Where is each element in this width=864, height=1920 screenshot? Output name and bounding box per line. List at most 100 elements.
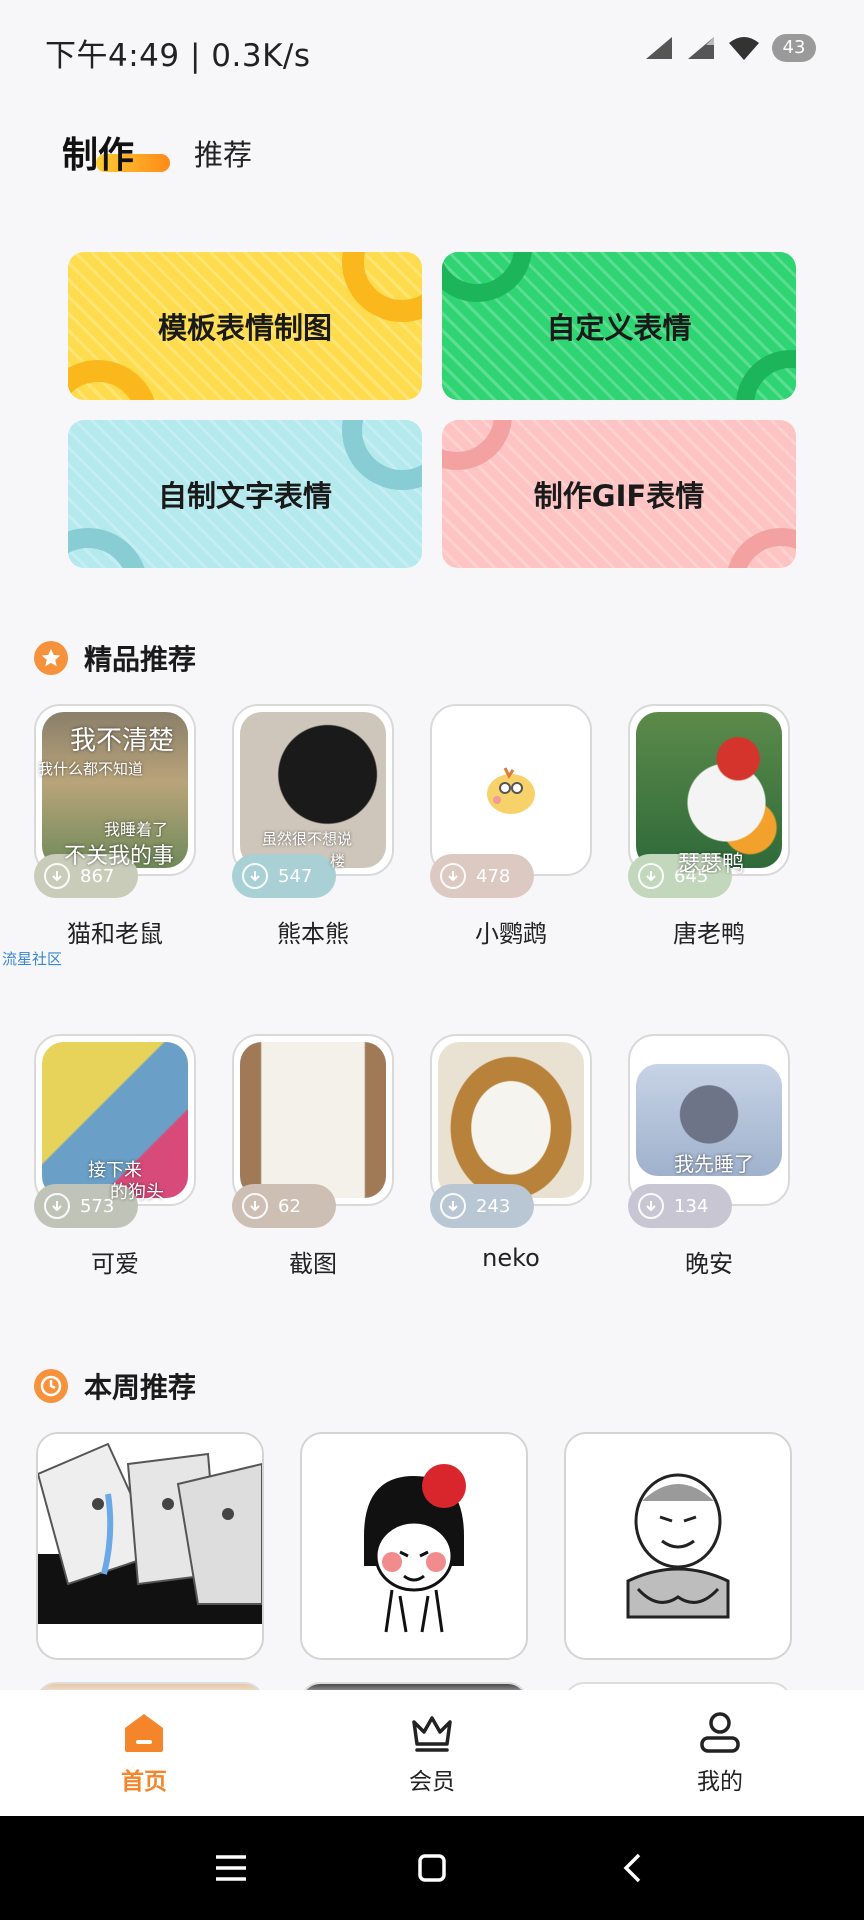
- pack-name: 小鹦鹉: [475, 920, 547, 948]
- custom-sticker-label: 自定义表情: [546, 311, 692, 345]
- text-sticker-label: 自制文字表情: [157, 479, 332, 513]
- weekly-title-text: 本周推荐: [84, 1371, 197, 1404]
- weekly-stickers-grid: [36, 1432, 792, 1660]
- thumb-caption: 瑟瑟鸭: [678, 852, 745, 876]
- decor-ring: [442, 252, 532, 302]
- pack-thumbnail: 虽然很不想说 楼: [232, 704, 394, 876]
- download-count: 547: [278, 865, 313, 887]
- gif-sticker-button[interactable]: 制作GIF表情: [442, 420, 796, 568]
- square-icon: [418, 1854, 446, 1882]
- download-count: 243: [476, 1195, 511, 1217]
- thumb-caption: 我不清楚: [70, 726, 175, 756]
- top-tabs: 制作 推荐: [62, 126, 252, 178]
- pack-tom-and-jerry[interactable]: 我不清楚 我什么都不知道 我睡着了 不关我的事 867 猫和老鼠: [34, 704, 196, 954]
- featured-title-text: 精品推荐: [84, 643, 197, 676]
- gif-sticker-label: 制作GIF表情: [533, 479, 705, 513]
- decor-ring: [736, 350, 796, 400]
- weekly-sticker[interactable]: [300, 1432, 528, 1660]
- featured-packs-row-2: 接下来 的狗头 573 可爱 62 截图 243 neko 我先睡了 134 晚…: [34, 1034, 830, 1284]
- download-icon: [242, 863, 268, 889]
- pack-neko[interactable]: 243 neko: [430, 1034, 592, 1284]
- signal-icon: [646, 37, 672, 59]
- nav-home-label: 首页: [121, 1769, 167, 1795]
- pack-name: 截图: [289, 1250, 337, 1278]
- back-system-button[interactable]: [603, 1838, 663, 1898]
- nav-home[interactable]: 首页: [0, 1690, 288, 1816]
- pack-kumamon[interactable]: 虽然很不想说 楼 547 熊本熊: [232, 704, 394, 954]
- parrot-sticker: [487, 767, 535, 814]
- nav-mine[interactable]: 我的: [576, 1690, 864, 1816]
- featured-section-title: 精品推荐: [34, 638, 196, 678]
- custom-sticker-button[interactable]: 自定义表情: [442, 252, 796, 400]
- download-icon: [44, 1193, 70, 1219]
- clock-icon: [34, 1369, 68, 1403]
- pack-cute[interactable]: 接下来 的狗头 573 可爱: [34, 1034, 196, 1284]
- download-icon: [638, 1193, 664, 1219]
- download-count-badge: 478: [430, 854, 534, 898]
- download-icon: [440, 863, 466, 889]
- pack-thumbnail: [430, 1034, 592, 1206]
- community-link[interactable]: 流星社区: [2, 948, 62, 969]
- pack-good-night[interactable]: 我先睡了 134 晚安: [628, 1034, 790, 1284]
- pack-donald-duck[interactable]: 瑟瑟鸭 645 唐老鸭: [628, 704, 790, 954]
- pack-thumbnail: 我不清楚 我什么都不知道 我睡着了 不关我的事: [34, 704, 196, 876]
- user-icon: [700, 1712, 740, 1753]
- thumb-caption: 我先睡了: [674, 1152, 754, 1176]
- sticker-image: [38, 1434, 262, 1624]
- weekly-sticker[interactable]: [36, 1432, 264, 1660]
- weekly-sticker[interactable]: [564, 1432, 792, 1660]
- featured-packs-row-1: 我不清楚 我什么都不知道 我睡着了 不关我的事 867 猫和老鼠 虽然很不想说 …: [34, 704, 830, 954]
- make-buttons-grid: 模板表情制图 自定义表情 自制文字表情 制作GIF表情: [68, 252, 796, 568]
- back-icon: [623, 1853, 641, 1883]
- download-count-badge: 62: [232, 1184, 336, 1228]
- crown-icon: [412, 1716, 452, 1752]
- signal-icon: [688, 37, 714, 59]
- pack-thumbnail: [232, 1034, 394, 1206]
- thumb-caption: 我什么都不知道: [38, 760, 144, 778]
- decor-ring: [442, 420, 512, 470]
- nav-mine-label: 我的: [697, 1769, 743, 1795]
- thumb-caption: 虽然很不想说: [262, 830, 353, 848]
- pack-thumbnail-image: [438, 1042, 584, 1198]
- download-count-badge: 134: [628, 1184, 732, 1228]
- pack-thumbnail: 瑟瑟鸭: [628, 704, 790, 876]
- pack-screenshot[interactable]: 62 截图: [232, 1034, 394, 1284]
- status-bar: 下午4:49 | 0.3K/s 43: [0, 0, 864, 100]
- battery-indicator: 43: [772, 34, 816, 62]
- decor-ring: [726, 528, 796, 568]
- sticker-image: [364, 1464, 466, 1633]
- recent-apps-button[interactable]: [201, 1838, 261, 1898]
- tab-recommend[interactable]: 推荐: [194, 132, 252, 178]
- download-count-badge: 243: [430, 1184, 534, 1228]
- pack-thumbnail: [430, 704, 592, 876]
- download-icon: [440, 1193, 466, 1219]
- pack-name: 唐老鸭: [673, 920, 745, 948]
- pack-name: 猫和老鼠: [67, 920, 163, 948]
- decor-ring: [342, 420, 422, 490]
- home-system-button[interactable]: [402, 1838, 462, 1898]
- pack-name: 熊本熊: [277, 920, 349, 948]
- tab-make-label: 制作: [62, 135, 135, 176]
- download-count-badge: 547: [232, 854, 336, 898]
- nav-vip[interactable]: 会员: [288, 1690, 576, 1816]
- template-sticker-label: 模板表情制图: [157, 311, 332, 345]
- pack-little-parrot[interactable]: 478 小鹦鹉: [430, 704, 592, 954]
- pack-name: 可爱: [91, 1250, 139, 1278]
- sticker-image: [626, 1473, 730, 1619]
- thumb-caption: 的狗头: [110, 1182, 164, 1203]
- download-icon: [242, 1193, 268, 1219]
- thumb-caption: 楼: [330, 852, 346, 870]
- decor-ring: [68, 360, 158, 400]
- tab-make[interactable]: 制作: [62, 126, 170, 178]
- thumb-caption: 不关我的事: [64, 844, 175, 869]
- pack-name: 晚安: [685, 1250, 733, 1278]
- pack-thumbnail-image: [636, 712, 782, 868]
- menu-icon: [215, 1855, 246, 1881]
- text-sticker-button[interactable]: 自制文字表情: [68, 420, 422, 568]
- template-sticker-button[interactable]: 模板表情制图: [68, 252, 422, 400]
- pack-name: neko: [482, 1244, 540, 1272]
- home-icon: [125, 1714, 163, 1752]
- system-navigation-bar: [0, 1816, 864, 1920]
- download-icon: [638, 863, 664, 889]
- pack-thumbnail-image: [240, 1042, 386, 1198]
